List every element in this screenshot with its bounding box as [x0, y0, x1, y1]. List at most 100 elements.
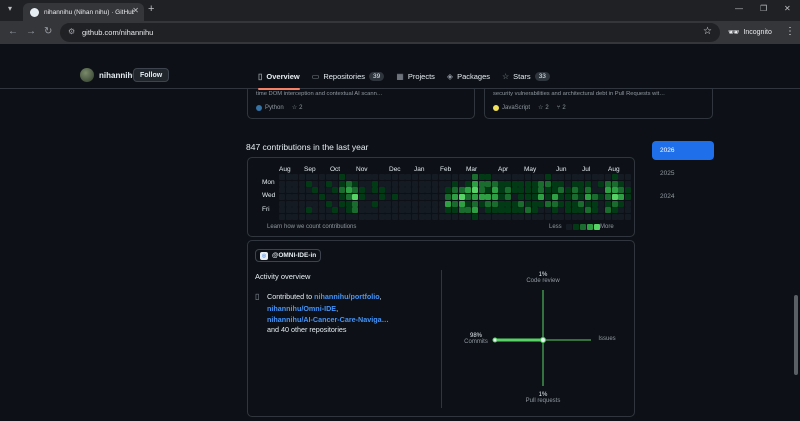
- contribution-day-cell[interactable]: [604, 207, 611, 214]
- contribution-day-cell[interactable]: [498, 207, 505, 214]
- contribution-day-cell[interactable]: [392, 213, 399, 220]
- contribution-day-cell[interactable]: [518, 213, 525, 220]
- contribution-day-cell[interactable]: [285, 193, 292, 201]
- contribution-day-cell[interactable]: [372, 174, 379, 181]
- contribution-day-cell[interactable]: [564, 207, 572, 214]
- contribution-day-cell[interactable]: [538, 193, 545, 201]
- contribution-day-cell[interactable]: [465, 207, 472, 214]
- contribution-day-cell[interactable]: [412, 193, 419, 201]
- star-icon[interactable]: ☆: [292, 104, 297, 111]
- repo-link-portfolio[interactable]: nihannihu/portfolio: [314, 292, 379, 301]
- contribution-day-cell[interactable]: [538, 187, 545, 194]
- contribution-day-cell[interactable]: [491, 187, 498, 194]
- contribution-day-cell[interactable]: [385, 180, 392, 187]
- contribution-day-cell[interactable]: [545, 213, 552, 220]
- contribution-day-cell[interactable]: [571, 207, 578, 214]
- contribution-day-cell[interactable]: [471, 213, 478, 220]
- contribution-day-cell[interactable]: [451, 213, 458, 220]
- incognito-indicator[interactable]: 🕶 Incognito: [728, 24, 772, 40]
- contribution-day-cell[interactable]: [305, 193, 312, 201]
- contribution-day-cell[interactable]: [584, 207, 591, 214]
- contribution-day-cell[interactable]: [624, 174, 631, 181]
- contribution-day-cell[interactable]: [451, 187, 458, 194]
- contribution-day-cell[interactable]: [412, 207, 419, 214]
- contribution-day-cell[interactable]: [545, 180, 552, 187]
- contribution-day-cell[interactable]: [564, 187, 572, 194]
- contribution-day-cell[interactable]: [465, 180, 472, 187]
- contribution-day-cell[interactable]: [445, 213, 452, 220]
- contribution-day-cell[interactable]: [305, 174, 312, 181]
- contribution-day-cell[interactable]: [425, 213, 432, 220]
- contribution-day-cell[interactable]: [318, 193, 325, 201]
- contribution-day-cell[interactable]: [604, 193, 611, 201]
- contribution-day-cell[interactable]: [345, 207, 352, 214]
- contribution-day-cell[interactable]: [584, 200, 591, 207]
- contribution-day-cell[interactable]: [538, 180, 545, 187]
- contribution-day-cell[interactable]: [545, 187, 552, 194]
- contribution-day-cell[interactable]: [292, 213, 299, 220]
- contribution-day-cell[interactable]: [412, 213, 419, 220]
- contribution-day-cell[interactable]: [551, 187, 558, 194]
- contribution-day-cell[interactable]: [471, 200, 478, 207]
- contribution-day-cell[interactable]: [338, 200, 345, 207]
- contribution-day-cell[interactable]: [418, 187, 425, 194]
- contribution-day-cell[interactable]: [498, 174, 505, 181]
- contribution-day-cell[interactable]: [584, 193, 591, 201]
- contribution-day-cell[interactable]: [624, 200, 631, 207]
- contribution-day-cell[interactable]: [385, 200, 392, 207]
- contribution-day-cell[interactable]: [518, 180, 525, 187]
- contribution-day-cell[interactable]: [505, 174, 512, 181]
- contribution-day-cell[interactable]: [564, 200, 572, 207]
- contribution-day-cell[interactable]: [292, 200, 299, 207]
- contribution-day-cell[interactable]: [378, 213, 385, 220]
- contribution-day-cell[interactable]: [385, 174, 392, 181]
- contribution-day-cell[interactable]: [451, 207, 458, 214]
- contribution-day-cell[interactable]: [458, 213, 465, 220]
- contribution-day-cell[interactable]: [405, 174, 412, 181]
- contribution-day-cell[interactable]: [431, 187, 439, 194]
- contribution-day-cell[interactable]: [365, 193, 372, 201]
- contribution-day-cell[interactable]: [279, 213, 286, 220]
- contribution-day-cell[interactable]: [318, 213, 325, 220]
- contribution-day-cell[interactable]: [624, 207, 631, 214]
- contribution-day-cell[interactable]: [325, 207, 332, 214]
- contribution-day-cell[interactable]: [578, 213, 585, 220]
- contribution-day-cell[interactable]: [378, 200, 385, 207]
- contribution-day-cell[interactable]: [438, 213, 445, 220]
- contribution-day-cell[interactable]: [518, 187, 525, 194]
- browser-tab[interactable]: nihannihu (Nihan nihu) · GitHub ✕: [23, 3, 144, 21]
- contribution-day-cell[interactable]: [525, 180, 532, 187]
- contribution-day-cell[interactable]: [511, 180, 518, 187]
- contribution-day-cell[interactable]: [591, 200, 598, 207]
- contribution-day-cell[interactable]: [445, 207, 452, 214]
- contribution-day-cell[interactable]: [378, 187, 385, 194]
- contribution-day-cell[interactable]: [431, 174, 439, 181]
- contribution-day-cell[interactable]: [298, 193, 306, 201]
- contribution-day-cell[interactable]: [332, 213, 339, 220]
- contribution-day-cell[interactable]: [458, 187, 465, 194]
- contribution-day-cell[interactable]: [398, 187, 405, 194]
- site-info-icon[interactable]: ⚙: [68, 27, 75, 36]
- contribution-day-cell[interactable]: [611, 193, 618, 201]
- contribution-day-cell[interactable]: [398, 200, 405, 207]
- contribution-day-cell[interactable]: [618, 180, 625, 187]
- contribution-day-cell[interactable]: [618, 207, 625, 214]
- contribution-day-cell[interactable]: [365, 174, 372, 181]
- contribution-day-cell[interactable]: [358, 193, 365, 201]
- contribution-day-cell[interactable]: [292, 207, 299, 214]
- scrollbar-thumb[interactable]: [794, 295, 798, 375]
- contribution-day-cell[interactable]: [465, 174, 472, 181]
- pinned-repo-card[interactable]: time DOM interception and contextual AI …: [247, 85, 475, 119]
- contribution-day-cell[interactable]: [365, 180, 372, 187]
- contribution-day-cell[interactable]: [412, 187, 419, 194]
- contribution-day-cell[interactable]: [372, 207, 379, 214]
- contribution-day-cell[interactable]: [318, 180, 325, 187]
- contribution-day-cell[interactable]: [372, 200, 379, 207]
- contribution-day-cell[interactable]: [604, 187, 611, 194]
- contribution-day-cell[interactable]: [279, 187, 286, 194]
- contribution-day-cell[interactable]: [558, 174, 565, 181]
- contribution-day-cell[interactable]: [365, 187, 372, 194]
- contribution-day-cell[interactable]: [525, 213, 532, 220]
- contribution-day-cell[interactable]: [298, 180, 306, 187]
- contribution-day-cell[interactable]: [425, 187, 432, 194]
